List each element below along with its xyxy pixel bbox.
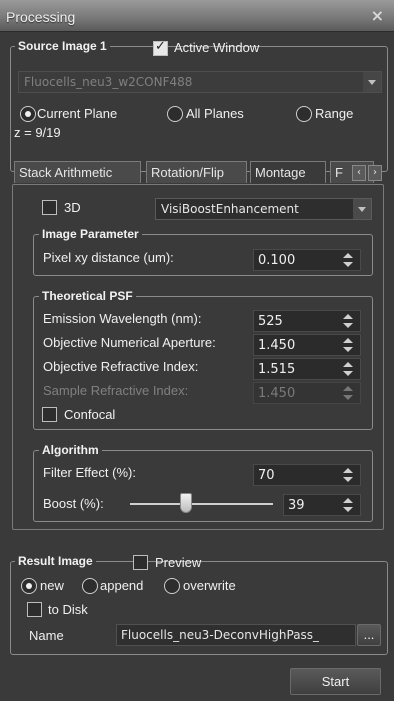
objective-ri-value: 1.515 [258,362,296,377]
image-parameter-legend: Image Parameter [39,227,142,241]
spin-arrows-icon[interactable] [340,338,356,352]
tab-stack-arithmetic[interactable]: Stack Arithmetic [14,161,141,183]
radio-new-label: new [40,578,64,593]
boost-value: 39 [288,498,305,513]
active-window-checkbox[interactable] [153,39,168,56]
numerical-aperture-value: 1.450 [258,338,296,353]
start-button[interactable]: Start [290,668,381,695]
method-select[interactable]: VisiBoostEnhancement [155,198,372,220]
spin-arrows-icon[interactable] [340,253,356,267]
radio-overwrite-label: overwrite [183,578,236,593]
source-image-legend: Source Image 1 [15,39,110,53]
objective-ri-spinbox[interactable]: 1.515 [253,358,361,380]
numerical-aperture-spinbox[interactable]: 1.450 [253,334,361,356]
radio-current-plane[interactable] [20,106,36,122]
confocal-label: Confocal [64,407,116,422]
radio-all-planes-label: All Planes [186,106,244,121]
filter-effect-spinbox[interactable]: 70 [253,464,361,486]
preview-checkbox[interactable] [133,555,148,570]
preview-label: Preview [155,555,202,570]
method-value: VisiBoostEnhancement [161,202,299,216]
radio-range-label: Range [315,106,354,121]
checkbox-3d[interactable] [42,200,57,215]
pixel-distance-spinbox[interactable]: 0.100 [253,249,361,271]
spin-arrows-icon[interactable] [340,314,356,328]
emission-wavelength-value: 525 [258,314,283,329]
radio-append[interactable] [82,578,98,594]
emission-wavelength-label: Emission Wavelength (nm): [43,311,202,326]
source-image-select[interactable]: Fluocells_neu3_w2CONF488 [18,71,382,93]
result-image-legend: Result Image [15,554,96,568]
window-title: Processing [6,9,76,25]
boost-label: Boost (%): [43,496,104,511]
boost-slider-thumb[interactable] [179,493,192,513]
tab-next-icon[interactable]: › [368,165,382,181]
to-disk-checkbox[interactable] [27,602,42,617]
name-label: Name [29,628,64,643]
pixel-distance-value: 0.100 [258,253,296,268]
spin-arrows-icon[interactable] [340,362,356,376]
filter-effect-value: 70 [258,468,275,483]
confocal-checkbox[interactable] [42,407,57,422]
result-name-value: Fluocells_neu3-DeconvHighPass_ [121,628,320,642]
numerical-aperture-label: Objective Numerical Aperture: [43,335,216,350]
browse-button[interactable]: ... [357,624,381,646]
chevron-down-icon [353,199,371,219]
title-bar[interactable]: Processing × [0,0,394,32]
sample-ri-value: 1.450 [258,386,296,401]
pixel-distance-label: Pixel xy distance (um): [43,250,174,265]
spin-arrows-icon [340,386,356,400]
active-window-label: Active Window [174,40,260,55]
sample-ri-label: Sample Refractive Index: [43,383,189,398]
to-disk-label: to Disk [48,602,88,617]
result-name-field[interactable]: Fluocells_neu3-DeconvHighPass_ [116,624,356,646]
sample-ri-spinbox: 1.450 [253,382,361,404]
objective-ri-label: Objective Refractive Index: [43,359,199,374]
boost-slider-track[interactable] [130,503,273,505]
radio-range[interactable] [296,106,312,122]
theoretical-psf-legend: Theoretical PSF [39,289,136,303]
source-image-value: Fluocells_neu3_w2CONF488 [24,75,193,89]
radio-append-label: append [100,578,144,593]
emission-wavelength-spinbox[interactable]: 525 [253,310,361,332]
radio-all-planes[interactable] [167,106,183,122]
tab-rotation-flip[interactable]: Rotation/Flip [146,161,247,183]
close-icon[interactable]: × [371,6,384,25]
radio-new[interactable] [21,578,37,594]
tab-montage[interactable]: Montage [250,161,326,183]
chevron-down-icon [363,72,381,92]
spin-arrows-icon[interactable] [340,498,356,512]
filter-effect-label: Filter Effect (%): [43,465,136,480]
boost-spinbox[interactable]: 39 [283,494,361,516]
z-plane-indicator: z = 9/19 [14,125,61,140]
checkbox-3d-label: 3D [64,200,81,215]
radio-overwrite[interactable] [164,578,180,594]
spin-arrows-icon[interactable] [340,468,356,482]
radio-current-plane-label: Current Plane [37,106,118,121]
tab-prev-icon[interactable]: ‹ [352,165,366,181]
algorithm-legend: Algorithm [39,443,102,457]
